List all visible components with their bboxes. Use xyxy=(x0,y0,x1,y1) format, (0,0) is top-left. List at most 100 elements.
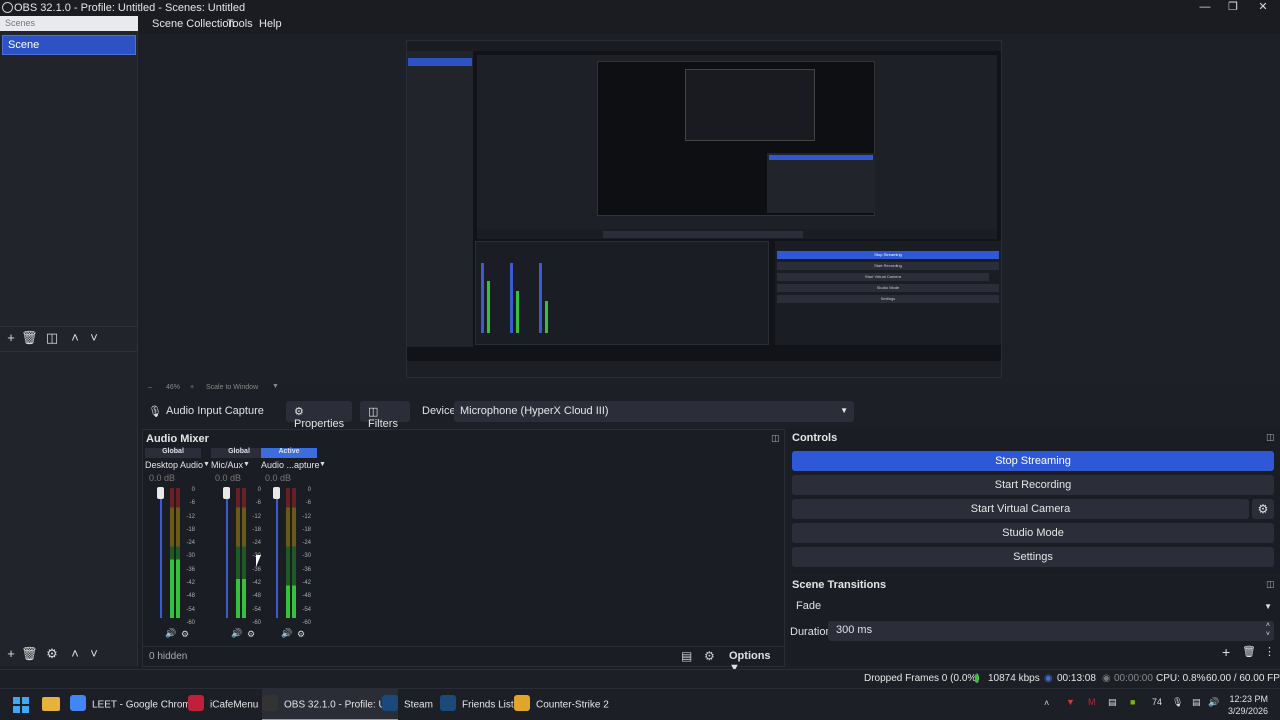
meter-tick-label: -30 xyxy=(302,553,311,560)
network-icon[interactable]: ▤ xyxy=(1192,697,1201,708)
source-up-icon[interactable]: ˄ xyxy=(67,646,83,662)
file-explorer-icon[interactable] xyxy=(42,697,60,711)
microphone-tray-icon[interactable]: 🎙 xyxy=(1172,697,1183,708)
taskbar-app-label: OBS 32.1.0 - Profile: Unt xyxy=(284,699,395,711)
transition-menu-icon[interactable]: ⋮ xyxy=(1264,645,1275,658)
duration-stepper-icon[interactable]: ˄ ˅ xyxy=(1266,621,1270,639)
taskbar-app[interactable]: LEET - Google Chrome xyxy=(70,689,196,720)
scale-mode[interactable]: Scale to Window xyxy=(206,384,258,391)
title-bar: OBS 32.1.0 - Profile: Untitled - Scenes:… xyxy=(0,0,1280,16)
channel-name[interactable]: Audio ...apture xyxy=(261,460,320,470)
stop-streaming-button[interactable]: Stop Streaming xyxy=(792,451,1274,471)
chevron-down-icon: ▼ xyxy=(840,406,848,415)
tray-nvidia-icon[interactable]: ■ xyxy=(1130,697,1135,707)
taskbar-app-icon xyxy=(262,695,278,711)
chevron-down-icon[interactable]: ▼ xyxy=(243,461,250,468)
properties-button[interactable]: ⚙ Properties xyxy=(286,401,352,430)
source-down-icon[interactable]: ˅ xyxy=(86,646,102,662)
volume-slider[interactable] xyxy=(276,488,278,618)
taskbar-app-icon xyxy=(440,695,456,711)
taskbar-app[interactable]: iCafeMenu xyxy=(188,689,258,720)
menu-tools[interactable]: Tools xyxy=(227,18,253,30)
dock-float-icon[interactable]: ◫ xyxy=(1266,432,1275,443)
chevron-down-icon[interactable]: ▼ xyxy=(319,461,326,468)
source-properties-icon[interactable]: ⚙ xyxy=(44,646,60,662)
tray-temp[interactable]: 74 xyxy=(1152,697,1162,707)
volume-slider[interactable] xyxy=(226,488,228,618)
tray-overflow-icon[interactable]: ˄ xyxy=(1044,698,1049,708)
settings-button[interactable]: Settings xyxy=(792,547,1274,567)
scene-list-item[interactable]: Scene xyxy=(2,35,136,55)
zoom-in-icon[interactable]: + xyxy=(190,384,194,391)
volume-slider[interactable] xyxy=(160,488,162,618)
scenes-dock: Scenes Scene + 🗑 ◫ ˄ ˅ + 🗑 ⚙ ˄ ˅ xyxy=(0,16,138,666)
move-down-icon[interactable]: ˅ xyxy=(86,330,102,346)
scale-dropdown-icon[interactable]: ▼ xyxy=(272,383,279,390)
add-source-icon[interactable]: + xyxy=(3,646,19,662)
tray-app-icon[interactable]: ▼ xyxy=(1066,697,1075,707)
meter-tick-label: -48 xyxy=(186,593,195,600)
device-select[interactable]: Microphone (HyperX Cloud III) ▼ xyxy=(454,401,854,422)
volume-slider-handle[interactable] xyxy=(273,487,280,499)
chevron-down-icon[interactable]: ▼ xyxy=(203,461,210,468)
maximize-button[interactable]: ❐ xyxy=(1218,0,1248,16)
channel-tag: Global xyxy=(211,448,267,458)
taskbar-app[interactable]: Friends List xyxy=(440,689,514,720)
record-icon: ◉ xyxy=(1102,673,1111,684)
remove-scene-icon[interactable]: 🗑 xyxy=(21,330,38,346)
taskbar-app[interactable]: Counter-Strike 2 xyxy=(514,689,609,720)
remove-source-icon[interactable]: 🗑 xyxy=(21,646,38,662)
tray-monitor-icon[interactable]: ▤ xyxy=(1108,697,1117,708)
channel-name[interactable]: Desktop Audio xyxy=(145,460,203,470)
studio-mode-button[interactable]: Studio Mode xyxy=(792,523,1274,543)
mixer-settings-icon[interactable]: ⚙ xyxy=(704,649,715,663)
tray-icafe-icon[interactable]: M xyxy=(1088,697,1096,707)
scene-filters-icon[interactable]: ◫ xyxy=(44,330,60,346)
menu-help[interactable]: Help xyxy=(259,18,282,30)
menu-bar: Scene Collection Tools Help xyxy=(0,16,1280,34)
dock-float-icon[interactable]: ◫ xyxy=(771,433,780,444)
mixer-layout-icon[interactable]: ▤ xyxy=(681,649,692,663)
device-label: Device xyxy=(422,405,456,417)
minimize-button[interactable]: — xyxy=(1190,0,1220,16)
taskbar-app[interactable]: OBS 32.1.0 - Profile: Unt xyxy=(262,689,399,720)
taskbar: LEET - Google Chrome iCafeMenu OBS 32.1.0 … xyxy=(0,688,1280,720)
meter-tick-label: -36 xyxy=(186,566,195,573)
volume-icon[interactable]: 🔊 xyxy=(1208,697,1219,708)
clock-date[interactable]: 3/29/2026 xyxy=(1222,706,1268,716)
meter-tick-label: -6 xyxy=(255,500,261,507)
mute-icon[interactable]: 🔊 xyxy=(231,628,242,639)
volume-slider-handle[interactable] xyxy=(223,487,230,499)
zoom-out-icon[interactable]: – xyxy=(148,384,152,391)
start-virtual-camera-button[interactable]: Start Virtual Camera xyxy=(792,499,1249,519)
add-scene-icon[interactable]: + xyxy=(3,330,19,346)
windows-start-icon[interactable] xyxy=(13,697,29,713)
duration-label: Duration xyxy=(790,626,832,638)
start-recording-button[interactable]: Start Recording xyxy=(792,475,1274,495)
menu-scene-collection[interactable]: Scene Collection xyxy=(152,18,235,30)
taskbar-app[interactable]: Steam xyxy=(382,689,433,720)
virtual-camera-settings-icon[interactable]: ⚙ xyxy=(1252,499,1274,519)
scene-transitions-title: Scene Transitions xyxy=(792,579,887,591)
taskbar-app-icon xyxy=(70,695,86,711)
filters-button[interactable]: ◫ Filters xyxy=(360,401,410,430)
source-name: Audio Input Capture xyxy=(166,405,264,417)
channel-settings-icon[interactable]: ⚙ xyxy=(181,629,189,640)
clock-time[interactable]: 12:23 PM xyxy=(1228,694,1268,704)
add-transition-icon[interactable]: + xyxy=(1222,644,1230,660)
remove-transition-icon[interactable]: 🗑 xyxy=(1242,645,1256,658)
microphone-icon: 🎙 xyxy=(148,406,162,418)
volume-slider-handle[interactable] xyxy=(157,487,164,499)
dock-float-icon[interactable]: ◫ xyxy=(1266,579,1275,590)
mute-icon[interactable]: 🔊 xyxy=(165,628,176,639)
meter-tick-label: -24 xyxy=(302,540,311,547)
meter-tick-label: -18 xyxy=(252,526,261,533)
duration-input[interactable]: 300 ms ˄ ˅ xyxy=(828,621,1274,641)
mute-icon[interactable]: 🔊 xyxy=(281,628,292,639)
transition-select[interactable]: Fade ▼ xyxy=(790,598,1276,616)
channel-name[interactable]: Mic/Aux xyxy=(211,460,243,470)
close-button[interactable]: ✕ xyxy=(1248,0,1278,16)
move-up-icon[interactable]: ˄ xyxy=(67,330,83,346)
channel-settings-icon[interactable]: ⚙ xyxy=(247,629,255,640)
channel-settings-icon[interactable]: ⚙ xyxy=(297,629,305,640)
